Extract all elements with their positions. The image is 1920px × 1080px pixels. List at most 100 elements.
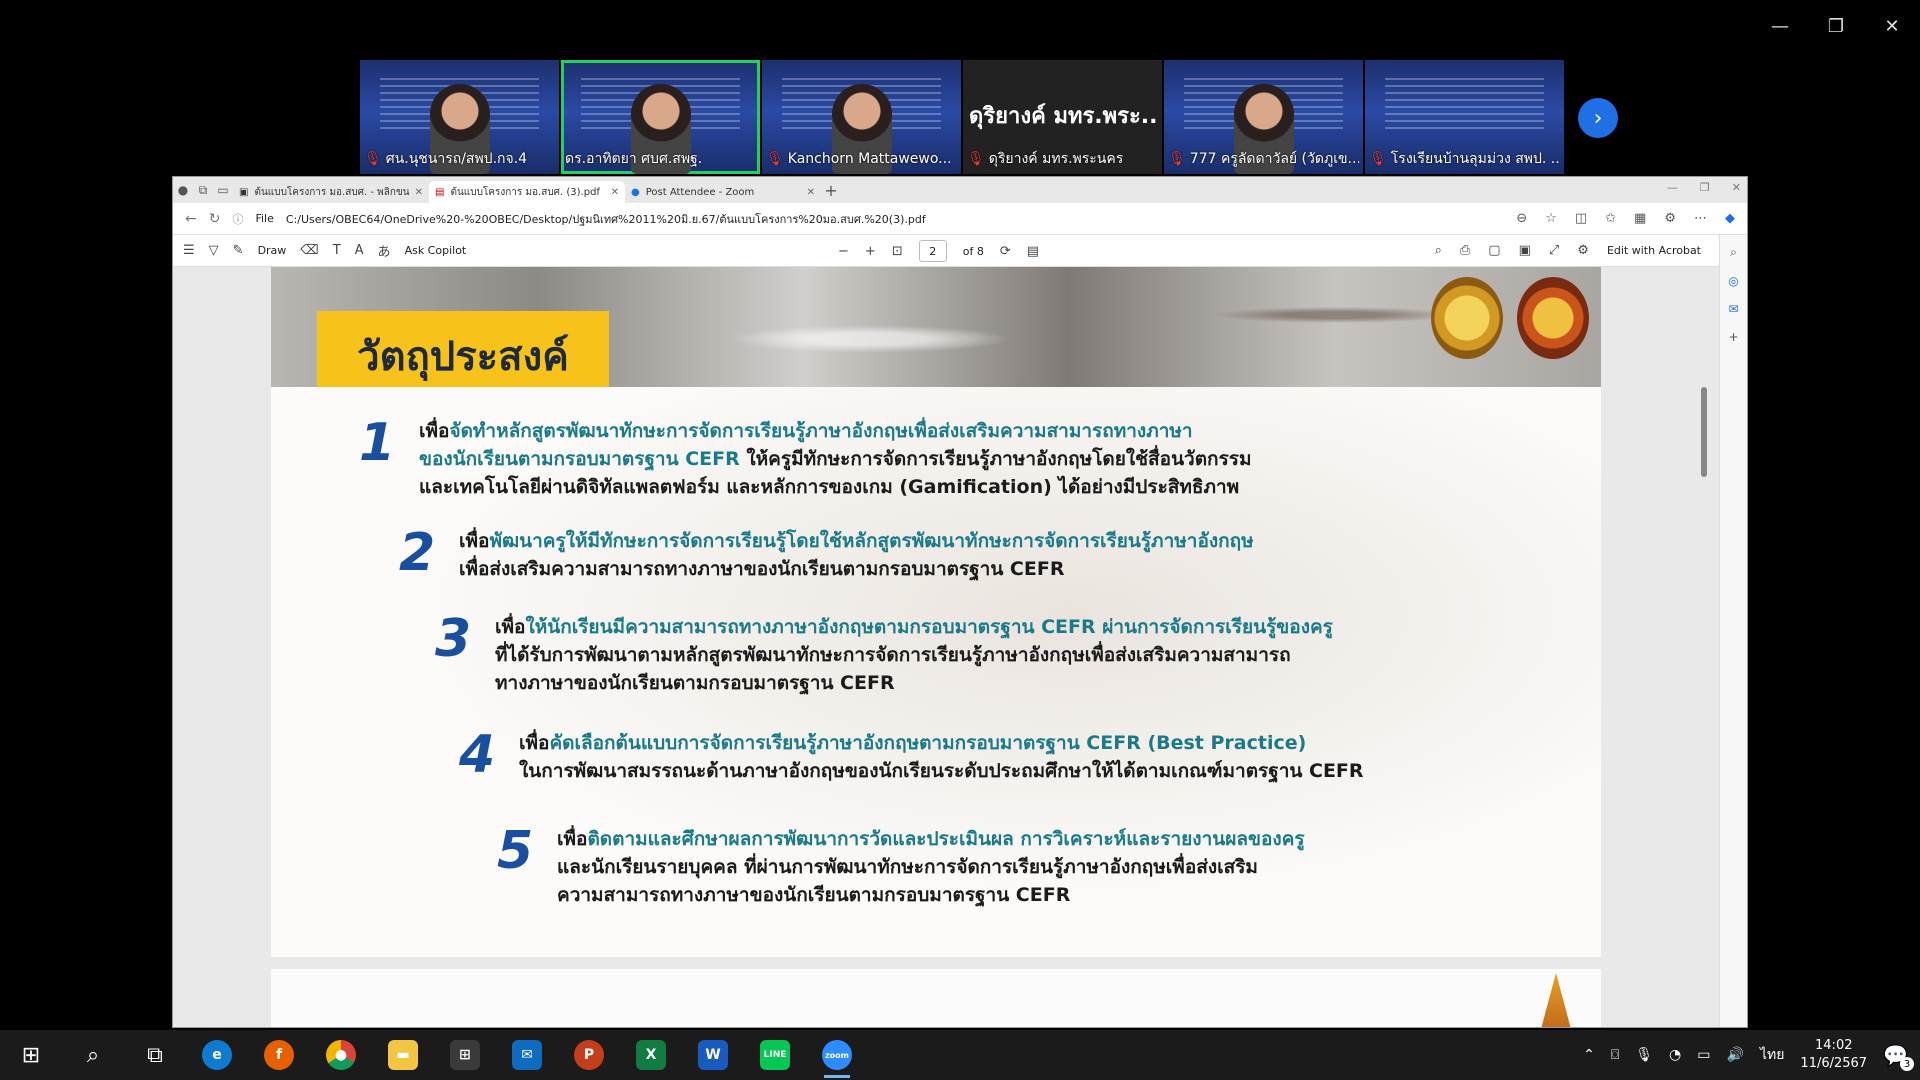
file-explorer-icon[interactable]: ▬ xyxy=(372,1030,434,1080)
workspaces-icon[interactable]: ⧉ xyxy=(193,177,213,203)
microphone-icon[interactable]: 🎙 xyxy=(1635,1047,1653,1063)
meet-now-icon[interactable]: ⌼ xyxy=(1611,1047,1619,1063)
close-tab-icon[interactable]: ✕ xyxy=(611,187,619,198)
powerpoint-icon[interactable]: P xyxy=(558,1030,620,1080)
objective-item: 3 เพื่อให้นักเรียนมีความสามารถทางภาษาอัง… xyxy=(435,613,1333,697)
wifi-icon[interactable]: ◔ xyxy=(1669,1047,1681,1063)
save-as-icon[interactable]: ▣ xyxy=(1519,243,1531,258)
search-icon[interactable]: ⌕ xyxy=(62,1030,124,1080)
objective-item: 4 เพื่อคัดเลือกต้นแบบการจัดการเรียนรู้ภา… xyxy=(459,729,1364,785)
pdf-next-page xyxy=(271,969,1601,1027)
store-icon[interactable]: ⊞ xyxy=(434,1030,496,1080)
participant-tile[interactable]: 🎙 Kanchorn Mattawewo... xyxy=(762,60,961,174)
page-number-input[interactable]: 2 xyxy=(918,240,947,262)
new-tab-button[interactable]: + xyxy=(821,177,841,203)
pdf-viewer: วัตถุประสงค์ 1 เพื่อจัดทำหลักสูตรพัฒนาทั… xyxy=(173,267,1721,1027)
close-tab-icon[interactable]: ✕ xyxy=(807,187,815,198)
zoom-out-icon[interactable]: ⊖ xyxy=(1516,211,1527,226)
read-aloud-icon[interactable]: A xyxy=(355,243,364,258)
mail-icon[interactable]: ✉ xyxy=(496,1030,558,1080)
restore-button[interactable]: ❐ xyxy=(1808,8,1864,44)
search-icon[interactable]: ⌕ xyxy=(1435,243,1442,258)
profile-icon[interactable]: ● xyxy=(173,177,193,203)
objective-number: 3 xyxy=(435,609,472,669)
refresh-icon[interactable]: ↻ xyxy=(209,211,221,227)
participant-tile-active-speaker[interactable]: ดร.อาทิตยา ศบศ.สพฐ. xyxy=(561,60,760,174)
minimize-button[interactable]: — xyxy=(1667,181,1678,194)
participant-strip: 🎙 ศน.นุชนารถ/สพป.กจ.4 ดร.อาทิตยา ศบศ.สพฐ.… xyxy=(360,60,1564,174)
eraser-icon[interactable]: ⌫ xyxy=(300,243,318,258)
info-icon[interactable]: ⓘ xyxy=(232,211,243,227)
participant-tile[interactable]: 🎙 777 ครูลัดดาวัลย์ (วัดภูเข... xyxy=(1164,60,1363,174)
settings-icon[interactable]: ⚙ xyxy=(1577,243,1589,258)
next-participants-button[interactable]: › xyxy=(1578,98,1618,138)
participant-name: ดุริยางค์ มทร.พระนคร xyxy=(988,151,1124,167)
copilot-icon[interactable]: ◆ xyxy=(1725,211,1735,226)
objective-text: เพื่อจัดทำหลักสูตรพัฒนาทักษะการจัดการเรี… xyxy=(419,417,1252,501)
window-controls: — ❐ ✕ xyxy=(1752,8,1920,44)
highlight-icon[interactable]: ▽ xyxy=(209,243,219,258)
draw-icon[interactable]: ✎ xyxy=(233,243,244,258)
translate-icon[interactable]: あ xyxy=(378,241,391,260)
rotate-icon[interactable]: ⟳ xyxy=(1000,244,1011,259)
vertical-scrollbar[interactable] xyxy=(1701,387,1707,477)
edge-icon[interactable]: e xyxy=(186,1030,248,1080)
fit-page-icon[interactable]: ⊡ xyxy=(892,244,903,259)
tab-title: ต้นแบบโครงการ มอ.สบศ. - พลิกขนาดเล็ก xyxy=(254,186,409,198)
objective-highlight: คัดเลือกต้นแบบการจัดการเรียนรู้ภาษาอังกฤ… xyxy=(549,732,1307,754)
zoom-out-button[interactable]: − xyxy=(838,244,849,259)
url-field[interactable]: C:/Users/OBEC64/OneDrive%20-%20OBEC/Desk… xyxy=(286,210,1504,228)
fullscreen-icon[interactable]: ⤢ xyxy=(1549,243,1559,258)
draw-button[interactable]: Draw xyxy=(258,244,287,257)
zoom-app-icon[interactable]: zoom xyxy=(806,1030,868,1080)
outlook-icon[interactable]: ✉ xyxy=(1728,302,1738,316)
tab-actions-icon[interactable]: ▭ xyxy=(213,177,233,203)
search-icon[interactable]: ⌕ xyxy=(1730,245,1737,260)
objective-text: เพื่อให้นักเรียนมีความสามารถทางภาษาอังกฤ… xyxy=(495,613,1333,697)
ask-copilot-button[interactable]: Ask Copilot xyxy=(405,244,467,257)
contents-icon[interactable]: ☰ xyxy=(183,243,195,258)
windows-start-icon[interactable]: ⊞ xyxy=(0,1030,62,1080)
collections-icon[interactable]: ▦ xyxy=(1634,211,1646,226)
chrome-icon[interactable]: ● xyxy=(310,1030,372,1080)
back-arrow-icon[interactable]: ← xyxy=(185,211,197,227)
zoom-in-button[interactable]: + xyxy=(865,244,876,259)
split-screen-icon[interactable]: ◫ xyxy=(1575,211,1587,226)
close-tab-icon[interactable]: ✕ xyxy=(415,187,423,198)
page-view-icon[interactable]: ▤ xyxy=(1027,244,1039,259)
print-icon[interactable]: ⎙ xyxy=(1460,243,1470,258)
close-button[interactable]: ✕ xyxy=(1864,8,1920,44)
chevron-up-icon[interactable]: ⌃ xyxy=(1583,1047,1595,1063)
clock[interactable]: 14:02 11/6/2567 xyxy=(1800,1037,1867,1073)
objective-line: เพื่อ xyxy=(557,828,588,850)
add-text-icon[interactable]: T xyxy=(333,243,341,258)
excel-icon[interactable]: X xyxy=(620,1030,682,1080)
participant-tile-no-video[interactable]: ดุริยางค์ มทร.พระ... 🎙 ดุริยางค์ มทร.พระน… xyxy=(963,60,1162,174)
copilot-icon[interactable]: ◎ xyxy=(1728,274,1738,288)
emblem-logo-left xyxy=(1431,277,1503,359)
language-indicator[interactable]: ไทย xyxy=(1760,1044,1784,1066)
more-icon[interactable]: ⋯ xyxy=(1694,211,1707,226)
firefox-icon[interactable]: f xyxy=(248,1030,310,1080)
star-icon[interactable]: ☆ xyxy=(1545,211,1557,226)
notification-icon[interactable]: 💬 3 xyxy=(1883,1043,1914,1071)
participant-tile[interactable]: 🎙 ศน.นุชนารถ/สพป.กจ.4 xyxy=(360,60,559,174)
participant-tile[interactable]: 🎙 โรงเรียนบ้านลุมม่วง สพป. ... xyxy=(1365,60,1564,174)
tab-pdf-active[interactable]: ▤ ต้นแบบโครงการ มอ.สบศ. (3).pdf ✕ xyxy=(429,181,625,203)
edit-with-acrobat-button[interactable]: Edit with Acrobat xyxy=(1607,244,1701,257)
objective-highlight: จัดทำหลักสูตรพัฒนาทักษะการจัดการเรียนรู้… xyxy=(449,420,1193,442)
tab-zoom[interactable]: ● Post Attendee - Zoom ✕ xyxy=(625,181,821,203)
save-icon[interactable]: ▢ xyxy=(1488,243,1500,258)
extensions-icon[interactable]: ⚙ xyxy=(1664,211,1676,226)
minimize-button[interactable]: — xyxy=(1752,8,1808,44)
task-view-icon[interactable]: ⧉ xyxy=(124,1030,186,1080)
add-icon[interactable]: + xyxy=(1728,330,1738,344)
battery-icon[interactable]: ▭ xyxy=(1697,1047,1710,1063)
favorites-icon[interactable]: ✩ xyxy=(1605,211,1616,226)
restore-button[interactable]: ❐ xyxy=(1700,181,1710,194)
line-icon[interactable]: LINE xyxy=(744,1030,806,1080)
tab-pdf-preview[interactable]: ▣ ต้นแบบโครงการ มอ.สบศ. - พลิกขนาดเล็ก ✕ xyxy=(233,181,429,203)
word-icon[interactable]: W xyxy=(682,1030,744,1080)
close-button[interactable]: ✕ xyxy=(1732,181,1741,194)
volume-icon[interactable]: 🔊 xyxy=(1727,1047,1744,1063)
